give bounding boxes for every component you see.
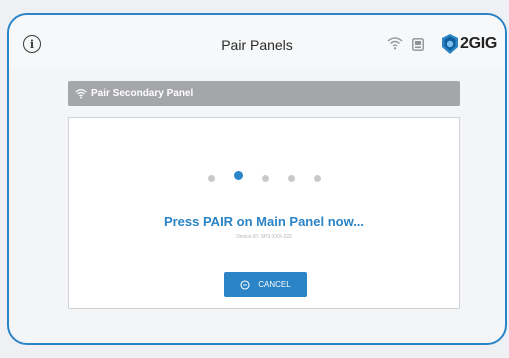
pairing-card: Press PAIR on Main Panel now... Device I…	[68, 117, 460, 309]
progress-dot	[207, 175, 215, 182]
wifi-icon	[75, 89, 87, 99]
cancel-label: CANCEL	[258, 280, 291, 289]
progress-dot-active	[233, 171, 243, 180]
device-id: Device ID: SP3-XXX-222	[236, 234, 292, 240]
panel-status-icon	[412, 38, 424, 51]
logo-mark-icon	[442, 34, 458, 54]
panel-screen: i Pair Panels 2GIG Pair Secondary Panel …	[7, 13, 507, 345]
section-header: Pair Secondary Panel	[68, 81, 460, 106]
progress-dot	[261, 175, 269, 182]
logo-text: 2GIG	[460, 35, 498, 52]
wifi-icon	[387, 37, 403, 50]
brand-logo: 2GIG	[441, 33, 497, 55]
progress-dot	[287, 175, 295, 182]
progress-dots	[69, 171, 459, 182]
progress-dot	[313, 175, 321, 182]
cancel-circle-icon	[240, 279, 250, 290]
header-bar: i Pair Panels 2GIG	[9, 15, 505, 67]
page-title: Pair Panels	[221, 37, 293, 53]
pairing-prompt: Press PAIR on Main Panel now...	[163, 214, 365, 229]
cancel-button[interactable]: CANCEL	[224, 272, 307, 297]
section-title: Pair Secondary Panel	[91, 88, 194, 99]
